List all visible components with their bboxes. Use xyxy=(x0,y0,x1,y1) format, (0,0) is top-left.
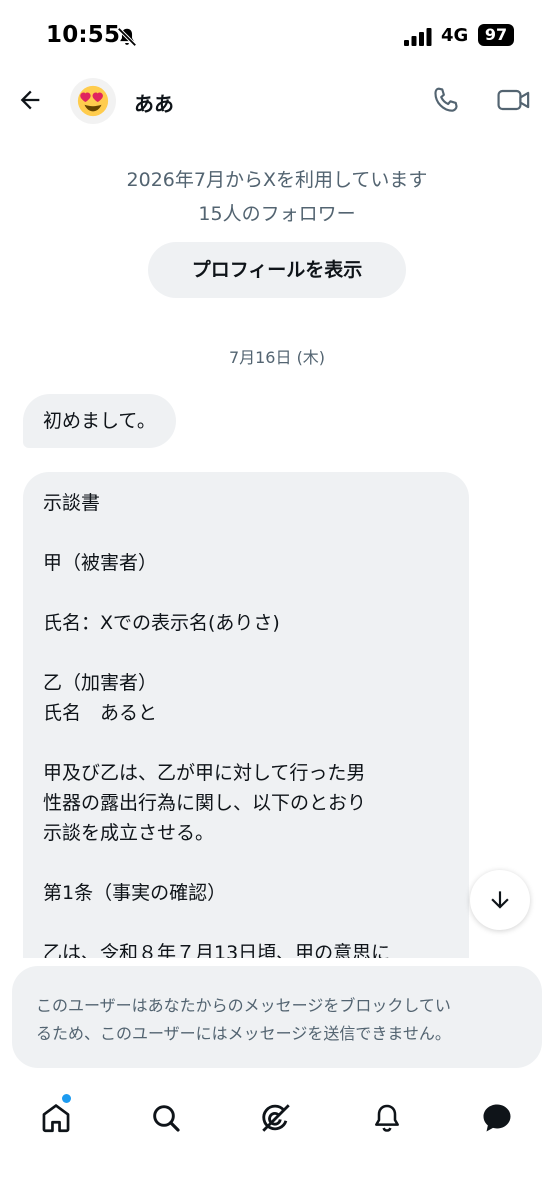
date-separator: 7月16日 (木) xyxy=(228,348,326,367)
nav-grok[interactable] xyxy=(256,1098,296,1138)
view-profile-button[interactable]: プロフィールを表示 xyxy=(148,242,406,298)
message-line xyxy=(43,578,449,608)
search-icon xyxy=(153,1105,180,1132)
chat-bubble-icon xyxy=(483,1104,511,1132)
signal-icon xyxy=(404,28,432,46)
nav-messages[interactable] xyxy=(477,1098,517,1138)
message-text: 初めまして。 xyxy=(43,410,156,432)
video-camera-icon xyxy=(497,89,530,111)
message-line xyxy=(43,518,449,548)
arrow-left-icon xyxy=(20,90,40,110)
notification-dot xyxy=(62,1094,71,1103)
bottom-navigation xyxy=(0,1080,554,1200)
message-line: 示談書 xyxy=(43,492,101,514)
phone-icon xyxy=(434,87,458,112)
message-line: 乙（加害者） xyxy=(43,672,158,694)
status-time: 10:55 xyxy=(46,22,121,48)
message-line: 甲及び乙は、乙が甲に対して行った男 xyxy=(43,762,366,784)
message-bubble-document[interactable]: 示談書 甲（被害者） 氏名：Xでの表示名(ありさ) 乙（加害者） 氏名 あると … xyxy=(23,472,469,966)
message-line: 甲（被害者） xyxy=(43,552,158,574)
conversation-name[interactable]: ああ xyxy=(134,88,174,117)
message-line: 氏名 あると xyxy=(43,702,158,724)
message-line xyxy=(43,728,449,758)
message-line: 示談を成立させる。 xyxy=(43,822,215,844)
call-button[interactable] xyxy=(430,84,462,116)
bell-icon xyxy=(375,1104,399,1132)
status-bar: 10:55 4G 97 xyxy=(0,0,554,72)
follower-count-text: 15人のフォロワー xyxy=(198,203,356,225)
message-line xyxy=(43,638,449,668)
blocked-notice-line: このユーザーはあなたからのメッセージをブロックしてい xyxy=(36,996,451,1015)
nav-home[interactable] xyxy=(36,1098,76,1138)
battery-level: 97 xyxy=(478,24,514,46)
network-type: 4G xyxy=(441,25,469,46)
nav-search[interactable] xyxy=(146,1098,186,1138)
nav-notifications[interactable] xyxy=(367,1098,407,1138)
message-bubble[interactable]: 初めまして。 xyxy=(23,394,176,448)
message-line: 性器の露出行為に関し、以下のとおり xyxy=(43,792,367,814)
joined-date-text: 2026年7月からXを利用しています xyxy=(126,169,428,191)
home-icon xyxy=(42,1104,70,1133)
message-line xyxy=(43,848,449,878)
arrow-down-icon xyxy=(491,891,509,909)
grok-icon xyxy=(262,1104,290,1132)
message-line: 氏名：Xでの表示名(ありさ) xyxy=(43,612,280,634)
message-line xyxy=(43,908,449,938)
heart-eyes-emoji-icon xyxy=(77,85,109,117)
blocked-notice: このユーザーはあなたからのメッセージをブロックしてい るため、このユーザーにはメ… xyxy=(12,966,542,1068)
avatar[interactable] xyxy=(70,78,116,124)
bell-off-icon xyxy=(117,27,137,47)
scroll-to-bottom-button[interactable] xyxy=(470,870,530,930)
composer-area: このユーザーはあなたからのメッセージをブロックしてい るため、このユーザーにはメ… xyxy=(0,958,554,1080)
back-button[interactable] xyxy=(12,82,48,118)
message-line: 第1条（事実の確認） xyxy=(43,882,227,904)
conversation-header: ああ xyxy=(0,72,554,132)
video-call-button[interactable] xyxy=(496,84,532,116)
blocked-notice-line: るため、このユーザーにはメッセージを送信できません。 xyxy=(36,1024,451,1043)
